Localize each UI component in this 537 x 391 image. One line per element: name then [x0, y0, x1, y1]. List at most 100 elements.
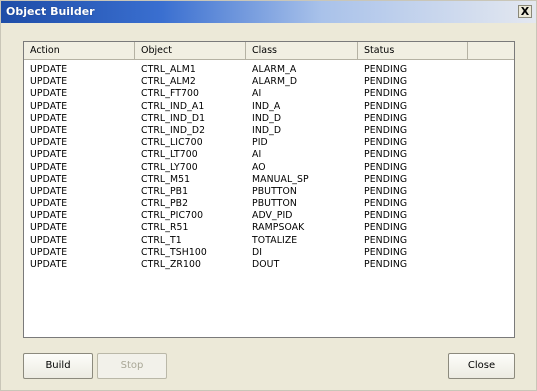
- cell-status: PENDING: [364, 173, 408, 185]
- column-header-status[interactable]: Status: [358, 42, 468, 59]
- cell-action: UPDATE: [30, 234, 68, 246]
- cell-action: UPDATE: [30, 100, 68, 112]
- cell-object: CTRL_IND_A1: [141, 100, 205, 112]
- cell-class: IND_D: [252, 112, 282, 124]
- cell-action: UPDATE: [30, 173, 68, 185]
- table-row[interactable]: UPDATE CTRL_PB1 PBUTTON PENDING: [24, 186, 514, 198]
- table-row[interactable]: UPDATE CTRL_PB2 PBUTTON PENDING: [24, 198, 514, 210]
- window-title: Object Builder: [6, 5, 95, 18]
- cell-status: PENDING: [364, 112, 408, 124]
- cell-action: UPDATE: [30, 76, 68, 88]
- object-list[interactable]: Action Object Class Status UPDATE CTRL_AL…: [23, 41, 515, 338]
- column-header-spacer: [468, 42, 514, 59]
- cell-class: ALARM_D: [252, 76, 298, 88]
- cell-object: CTRL_PIC700: [141, 210, 204, 222]
- table-row[interactable]: UPDATE CTRL_IND_D2 IND_D PENDING: [24, 125, 514, 137]
- cell-action: UPDATE: [30, 64, 68, 75]
- cell-status: PENDING: [364, 64, 408, 75]
- cell-object: CTRL_IND_D2: [141, 124, 206, 136]
- cell-status: PENDING: [364, 222, 408, 234]
- cell-object: CTRL_PB1: [141, 185, 189, 197]
- cell-object: CTRL_PB2: [141, 198, 189, 210]
- cell-class: TOTALIZE: [252, 234, 298, 246]
- list-header: Action Object Class Status: [24, 42, 514, 60]
- table-row[interactable]: UPDATE CTRL_ALM2 ALARM_D PENDING: [24, 76, 514, 88]
- column-header-class[interactable]: Class: [246, 42, 358, 59]
- cell-action: UPDATE: [30, 161, 68, 173]
- cell-action: UPDATE: [30, 222, 68, 234]
- cell-action: UPDATE: [30, 259, 68, 270]
- table-row[interactable]: UPDATE CTRL_M51 MANUAL_SP PENDING: [24, 174, 514, 186]
- cell-status: PENDING: [364, 88, 408, 100]
- cell-action: UPDATE: [30, 246, 68, 258]
- cell-object: CTRL_LT700: [141, 149, 198, 161]
- table-row[interactable]: UPDATE CTRL_ZR100 DOUT PENDING: [24, 259, 514, 271]
- cell-class: AI: [252, 149, 262, 161]
- cell-class: MANUAL_SP: [252, 173, 309, 185]
- cell-object: CTRL_ZR100: [141, 259, 202, 270]
- table-row[interactable]: UPDATE CTRL_LIC700 PID PENDING: [24, 137, 514, 149]
- cell-action: UPDATE: [30, 88, 68, 100]
- table-row[interactable]: UPDATE CTRL_LY700 AO PENDING: [24, 162, 514, 174]
- cell-object: CTRL_ALM2: [141, 76, 196, 88]
- table-row[interactable]: UPDATE CTRL_PIC700 ADV_PID PENDING: [24, 210, 514, 222]
- cell-status: PENDING: [364, 76, 408, 88]
- table-row[interactable]: UPDATE CTRL_FT700 AI PENDING: [24, 88, 514, 100]
- build-button[interactable]: Build: [23, 353, 93, 379]
- cell-class: RAMPSOAK: [252, 222, 305, 234]
- cell-action: UPDATE: [30, 112, 68, 124]
- cell-object: CTRL_FT700: [141, 88, 200, 100]
- list-rows: UPDATE CTRL_ALM1 ALARM_A PENDING UPDATE CTRL_…: [24, 64, 514, 271]
- close-button[interactable]: Close: [448, 353, 515, 379]
- cell-class: PID: [252, 137, 268, 149]
- cell-class: DI: [252, 246, 263, 258]
- cell-action: UPDATE: [30, 149, 68, 161]
- cell-object: CTRL_TSH100: [141, 246, 207, 258]
- cell-status: PENDING: [364, 198, 408, 210]
- cell-object: CTRL_IND_D1: [141, 112, 206, 124]
- cell-status: PENDING: [364, 234, 408, 246]
- title-bar[interactable]: Object Builder X: [1, 1, 536, 23]
- column-header-object[interactable]: Object: [135, 42, 246, 59]
- cell-class: AO: [252, 161, 266, 173]
- close-icon[interactable]: X: [518, 5, 532, 18]
- cell-status: PENDING: [364, 210, 408, 222]
- cell-object: CTRL_LIC700: [141, 137, 203, 149]
- table-row[interactable]: UPDATE CTRL_T1 TOTALIZE PENDING: [24, 235, 514, 247]
- cell-status: PENDING: [364, 124, 408, 136]
- cell-class: DOUT: [252, 259, 280, 270]
- table-row[interactable]: UPDATE CTRL_ALM1 ALARM_A PENDING: [24, 64, 514, 76]
- cell-class: IND_A: [252, 100, 281, 112]
- cell-object: CTRL_ALM1: [141, 64, 196, 75]
- cell-class: AI: [252, 88, 262, 100]
- cell-status: PENDING: [364, 246, 408, 258]
- table-row[interactable]: UPDATE CTRL_IND_D1 IND_D PENDING: [24, 113, 514, 125]
- cell-status: PENDING: [364, 185, 408, 197]
- cell-class: ADV_PID: [252, 210, 293, 222]
- column-header-action[interactable]: Action: [24, 42, 135, 59]
- table-row[interactable]: UPDATE CTRL_R51 RAMPSOAK PENDING: [24, 222, 514, 234]
- cell-status: PENDING: [364, 149, 408, 161]
- cell-action: UPDATE: [30, 137, 68, 149]
- cell-class: PBUTTON: [252, 185, 297, 197]
- cell-object: CTRL_R51: [141, 222, 189, 234]
- cell-action: UPDATE: [30, 198, 68, 210]
- table-row[interactable]: UPDATE CTRL_TSH100 DI PENDING: [24, 247, 514, 259]
- cell-action: UPDATE: [30, 210, 68, 222]
- object-builder-window: Object Builder X Action Object Class Sta…: [0, 0, 537, 391]
- cell-object: CTRL_T1: [141, 234, 182, 246]
- cell-class: IND_D: [252, 124, 282, 136]
- cell-status: PENDING: [364, 137, 408, 149]
- cell-status: PENDING: [364, 161, 408, 173]
- cell-action: UPDATE: [30, 185, 68, 197]
- table-row[interactable]: UPDATE CTRL_IND_A1 IND_A PENDING: [24, 101, 514, 113]
- stop-button[interactable]: Stop: [97, 353, 167, 379]
- cell-object: CTRL_M51: [141, 173, 191, 185]
- table-row[interactable]: UPDATE CTRL_LT700 AI PENDING: [24, 149, 514, 161]
- cell-object: CTRL_LY700: [141, 161, 198, 173]
- cell-class: ALARM_A: [252, 64, 297, 75]
- cell-status: PENDING: [364, 259, 408, 270]
- cell-status: PENDING: [364, 100, 408, 112]
- cell-class: PBUTTON: [252, 198, 297, 210]
- cell-action: UPDATE: [30, 124, 68, 136]
